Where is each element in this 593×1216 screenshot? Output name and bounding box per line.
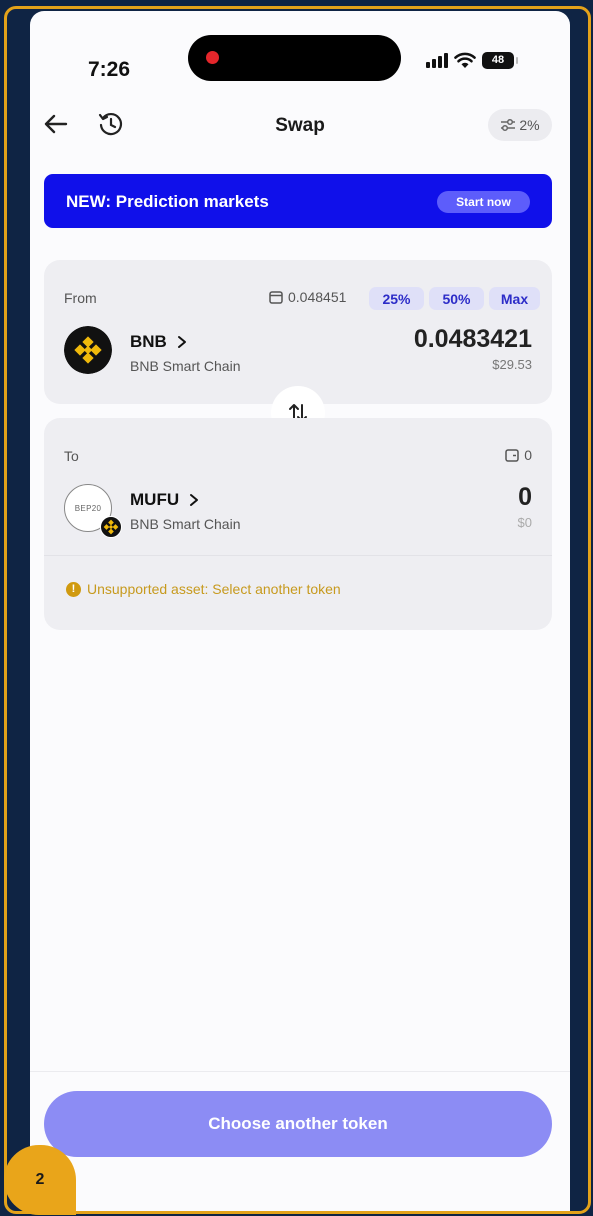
to-token-chain: BNB Smart Chain xyxy=(130,516,241,532)
max-button[interactable]: Max xyxy=(489,287,540,310)
chevron-right-icon xyxy=(177,336,186,348)
start-now-button[interactable]: Start now xyxy=(437,191,530,213)
recording-indicator-icon xyxy=(206,51,219,64)
phone-screen: 7:26 48 Swap 2% NEW: Prediction markets … xyxy=(30,11,570,1211)
to-balance: 0 xyxy=(505,447,532,463)
sliders-icon xyxy=(501,118,516,132)
bnb-token-icon[interactable] xyxy=(64,326,112,374)
warning-text: Unsupported asset: Select another token xyxy=(87,581,341,597)
battery-level: 48 xyxy=(491,54,505,66)
from-balance-value: 0.048451 xyxy=(288,289,347,305)
promo-banner[interactable]: NEW: Prediction markets Start now xyxy=(44,174,552,228)
step-number-badge: 2 xyxy=(4,1145,76,1215)
banner-text: NEW: Prediction markets xyxy=(66,192,269,211)
from-balance: 0.048451 xyxy=(269,289,346,305)
percent-25-button[interactable]: 25% xyxy=(369,287,424,310)
choose-another-token-button[interactable]: Choose another token xyxy=(44,1091,552,1157)
footer-divider xyxy=(30,1071,570,1072)
chevron-right-icon xyxy=(190,494,199,506)
wallet-icon xyxy=(269,290,283,304)
battery-icon: 48 xyxy=(482,51,518,69)
to-amount-usd: $0 xyxy=(517,515,532,530)
to-token-symbol: MUFU xyxy=(130,490,180,509)
to-balance-value: 0 xyxy=(524,447,532,463)
status-time: 7:26 xyxy=(88,58,131,81)
from-card: From 0.048451 25% 50% Max BNB BNB Smart … xyxy=(44,260,552,404)
slippage-settings-button[interactable]: 2% xyxy=(488,109,552,141)
chain-badge-icon xyxy=(100,516,122,538)
from-amount-input[interactable]: 0.0483421 xyxy=(414,325,532,354)
card-divider xyxy=(44,555,552,556)
from-amount-usd: $29.53 xyxy=(492,357,532,372)
to-label: To xyxy=(64,448,79,464)
percent-50-button[interactable]: 50% xyxy=(429,287,484,310)
wallet-icon xyxy=(505,448,519,462)
from-token-chain: BNB Smart Chain xyxy=(130,358,241,374)
from-token-symbol: BNB xyxy=(130,332,167,351)
info-icon: ! xyxy=(66,581,81,597)
unsupported-asset-warning: ! Unsupported asset: Select another toke… xyxy=(66,581,341,597)
from-token-selector[interactable]: BNB xyxy=(130,332,187,352)
wifi-icon xyxy=(454,52,476,68)
dynamic-island xyxy=(188,35,401,81)
from-label: From xyxy=(64,290,97,306)
to-card: To 0 BEP20 MUFU BNB Smart Chain 0 $0 ! U… xyxy=(44,418,552,630)
mufu-icon-text: BEP20 xyxy=(74,503,102,513)
status-icons: 48 xyxy=(426,49,518,71)
slippage-value: 2% xyxy=(519,117,540,133)
to-token-selector[interactable]: MUFU xyxy=(130,490,199,510)
to-amount: 0 xyxy=(518,483,532,511)
cellular-signal-icon xyxy=(426,52,448,68)
